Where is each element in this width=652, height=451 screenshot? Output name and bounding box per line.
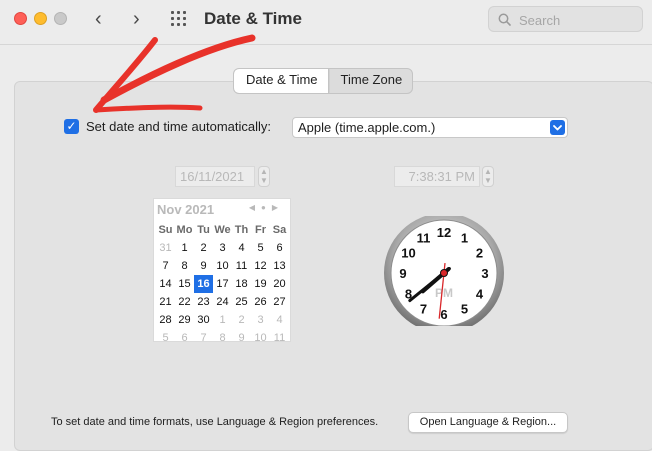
calendar-day[interactable]: 8 [175,257,194,275]
date-stepper[interactable]: ▲ ▼ [258,166,270,187]
set-automatically-label: Set date and time automatically: [86,119,271,134]
clock-numeral: 3 [481,266,488,281]
calendar-weekday-header: Fr [255,224,266,236]
calendar-day[interactable]: 6 [175,329,194,347]
calendar-day[interactable]: 31 [156,239,175,257]
time-server-select[interactable]: Apple (time.apple.com.) [292,117,568,138]
zoom-window-button[interactable] [54,12,67,25]
time-stepper[interactable]: ▲ ▼ [482,166,494,187]
calendar-day-selected[interactable]: 16 [194,275,213,293]
calendar-day[interactable]: 10 [251,329,270,347]
calendar-day[interactable]: 6 [270,239,289,257]
calendar-day[interactable]: 27 [270,293,289,311]
time-field[interactable]: 7:38:31 PM [394,166,480,187]
forward-chevron-icon[interactable]: › [133,9,140,29]
clock-numeral: 10 [401,246,415,261]
show-all-grid-icon[interactable] [171,11,189,27]
clock-numeral: 1 [461,231,468,246]
calendar-day[interactable]: 11 [270,329,289,347]
calendar-day[interactable]: 11 [232,257,251,275]
window-title: Date & Time [204,9,302,28]
calendar-day[interactable]: 1 [175,239,194,257]
analog-clock: PM 12 1234567891011 [384,216,504,326]
time-server-value: Apple (time.apple.com.) [298,120,436,135]
calendar-day[interactable]: 1 [213,311,232,329]
clock-numeral: 4 [476,287,484,302]
calendar-day[interactable]: 28 [156,311,175,329]
calendar-weekday-header: We [214,224,231,236]
calendar-day[interactable]: 30 [194,311,213,329]
calendar-weekday-header: Th [234,224,249,236]
tab-time-zone[interactable]: Time Zone [329,69,413,93]
calendar-day[interactable]: 4 [232,239,251,257]
back-chevron-icon[interactable]: ‹ [95,9,102,29]
clock-numeral: 9 [399,266,406,281]
calendar-weekday-header: Mo [176,224,193,236]
date-field[interactable]: 16/11/2021 [175,166,255,187]
title-bar: ‹ › Date & Time Search [0,0,652,45]
calendar-weekday-header: Sa [272,224,287,236]
tab-bar: Date & Time Time Zone [233,68,414,94]
search-placeholder: Search [519,13,561,28]
close-window-button[interactable] [14,12,27,25]
search-field[interactable]: Search [488,6,643,32]
calendar: Nov 2021 ◀●▶ Su Mo Tu We Th Fr Sa 31 1 2 3 4 5 6 7 8 9 10… [153,198,291,344]
calendar-day[interactable]: 5 [251,239,270,257]
calendar-day[interactable]: 9 [232,329,251,347]
calendar-day[interactable]: 15 [175,275,194,293]
calendar-day[interactable]: 9 [194,257,213,275]
clock-center-pin [440,269,448,277]
calendar-day[interactable]: 29 [175,311,194,329]
calendar-day[interactable]: 8 [213,329,232,347]
date-value: 16/11/2021 [180,169,245,184]
calendar-day[interactable]: 17 [213,275,232,293]
calendar-day[interactable]: 18 [232,275,251,293]
calendar-day[interactable]: 24 [213,293,232,311]
calendar-day[interactable]: 3 [251,311,270,329]
calendar-day[interactable]: 20 [270,275,289,293]
calendar-day[interactable]: 2 [232,311,251,329]
search-icon [498,13,511,26]
minimize-window-button[interactable] [34,12,47,25]
clock-numeral: 7 [420,302,427,317]
set-automatically-checkbox[interactable]: ✓ [64,119,79,134]
calendar-day[interactable]: 10 [213,257,232,275]
calendar-day[interactable]: 26 [251,293,270,311]
calendar-day[interactable]: 13 [270,257,289,275]
clock-numeral: 2 [476,246,483,261]
clock-numeral: 5 [461,302,468,317]
calendar-day[interactable]: 4 [270,311,289,329]
clock-numeral: 6 [440,307,447,322]
clock-period-label: PM [435,286,453,300]
calendar-day[interactable]: 7 [194,329,213,347]
calendar-day[interactable]: 19 [251,275,270,293]
clock-numeral: 12 [437,225,451,240]
open-language-region-button[interactable]: Open Language & Region... [408,412,568,433]
calendar-weekday-header: Tu [197,224,210,236]
footer-hint-text: To set date and time formats, use Langua… [51,416,379,428]
calendar-day[interactable]: 21 [156,293,175,311]
calendar-day[interactable]: 3 [213,239,232,257]
calendar-day[interactable]: 22 [175,293,194,311]
calendar-day[interactable]: 2 [194,239,213,257]
calendar-month-label: Nov 2021 [157,202,215,217]
calendar-day[interactable]: 25 [232,293,251,311]
tab-date-time[interactable]: Date & Time [234,69,329,93]
calendar-day[interactable]: 14 [156,275,175,293]
clock-numeral: 11 [417,231,431,246]
calendar-day[interactable]: 23 [194,293,213,311]
calendar-day[interactable]: 5 [156,329,175,347]
calendar-day[interactable]: 7 [156,257,175,275]
calendar-day[interactable]: 12 [251,257,270,275]
calendar-nav-controls[interactable]: ◀●▶ [249,203,284,212]
calendar-weekday-header: Su [158,224,173,236]
time-value: 7:38:31 PM [408,169,476,184]
chevron-down-icon[interactable] [550,120,565,135]
